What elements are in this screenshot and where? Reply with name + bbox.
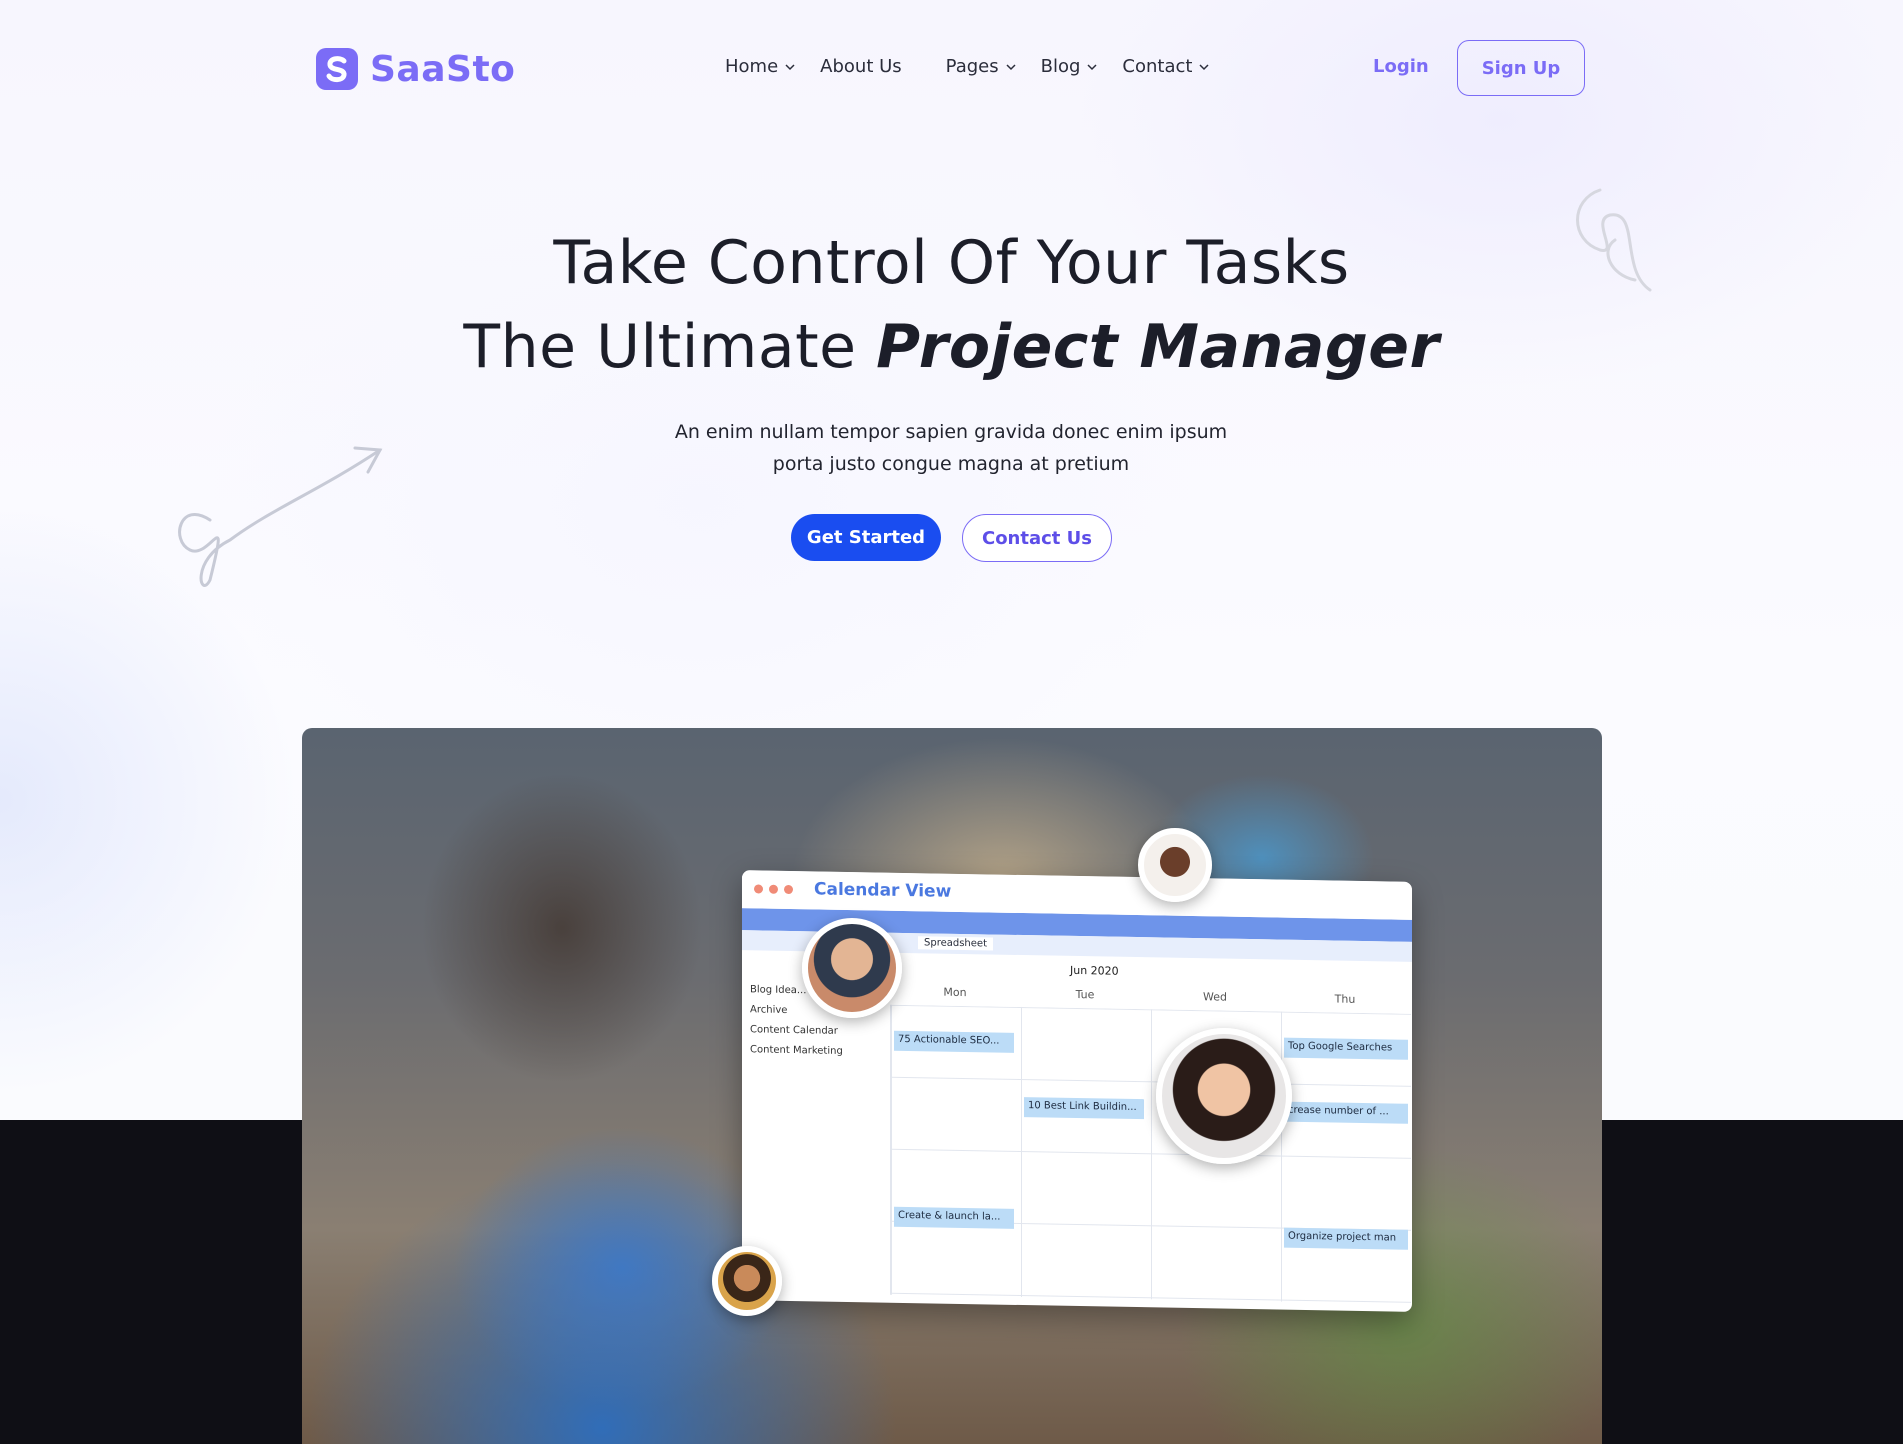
- signup-button[interactable]: Sign Up: [1457, 40, 1585, 96]
- contact-us-button[interactable]: Contact Us: [962, 514, 1112, 562]
- nav-item-blog[interactable]: Blog: [1041, 56, 1099, 77]
- calendar-event: Create & launch la...: [894, 1206, 1014, 1229]
- sidebar-item: Content Calendar: [750, 1024, 838, 1037]
- sidebar-item: Content Marketing: [750, 1044, 843, 1057]
- nav-item-label: About Us: [820, 56, 902, 77]
- day-label: Thu: [1334, 992, 1356, 1006]
- day-label: Mon: [943, 985, 967, 1000]
- nav-item-label: Pages: [945, 56, 999, 77]
- main-navigation: Home About Us Pages Blog Contact: [725, 56, 1234, 77]
- login-link[interactable]: Login: [1373, 56, 1429, 77]
- decorative-arrow-icon: [178, 446, 383, 587]
- calendar-grid: Jun 2020 Mon Tue Wed Thu 75 Actionable S…: [890, 961, 1411, 1310]
- window-title: Calendar View: [814, 879, 952, 902]
- calendar-event: 10 Best Link Buildin...: [1024, 1097, 1144, 1120]
- window-controls: [754, 884, 793, 895]
- calendar-month: Jun 2020: [1070, 963, 1119, 978]
- brand-name: SaaSto: [370, 48, 516, 90]
- calendar-event: Organize project man: [1284, 1227, 1408, 1250]
- nav-item-label: Contact: [1122, 56, 1193, 77]
- chevron-down-icon: [1199, 63, 1209, 70]
- tab-spreadsheet: Spreadsheet: [918, 936, 993, 951]
- chevron-down-icon: [1006, 63, 1016, 70]
- hero-title-line2: The Ultimate Project Manager: [0, 312, 1903, 382]
- nav-item-about[interactable]: About Us: [820, 56, 902, 77]
- hero-image: Calendar View Spreadsheet Blog Idea... A…: [302, 728, 1602, 1444]
- nav-item-label: Home: [725, 56, 779, 77]
- hero-title-line1: Take Control Of Your Tasks: [553, 228, 1350, 298]
- hero-title-prefix: The Ultimate: [463, 312, 877, 382]
- calendar-event: 75 Actionable SEO...: [894, 1030, 1014, 1053]
- chevron-down-icon: [1087, 63, 1097, 70]
- get-started-button[interactable]: Get Started: [791, 514, 941, 561]
- day-label: Tue: [1075, 987, 1095, 1002]
- calendar-event: crease number of ...: [1284, 1101, 1408, 1124]
- logo-icon: [316, 48, 358, 90]
- nav-item-label: Blog: [1040, 56, 1081, 77]
- nav-item-contact[interactable]: Contact: [1122, 56, 1210, 77]
- nav-item-home[interactable]: Home: [725, 56, 796, 77]
- calendar-event: Top Google Searches: [1284, 1037, 1408, 1060]
- avatar: [802, 918, 902, 1018]
- nav-item-pages[interactable]: Pages: [946, 56, 1017, 77]
- avatar: [1138, 828, 1212, 902]
- chevron-down-icon: [785, 63, 795, 70]
- hero-subtitle: An enim nullam tempor sapien gravida don…: [674, 421, 1228, 475]
- avatar: [1156, 1028, 1292, 1164]
- day-label: Wed: [1203, 990, 1227, 1004]
- avatar: [712, 1246, 782, 1316]
- brand-logo[interactable]: SaaSto: [316, 48, 515, 90]
- hero-title-highlight: Project Manager: [876, 312, 1441, 382]
